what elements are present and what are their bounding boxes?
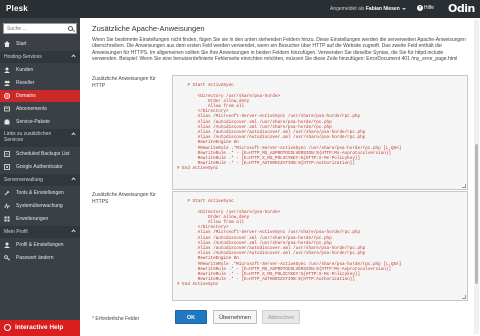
http-directives-textarea[interactable]: # Start ActiveSync <Directory /usr/share…: [172, 75, 468, 190]
sidebar-item-extensions[interactable]: Erweiterungen: [0, 213, 80, 225]
sidebar: Start Hosting-Services Kunden Reseller D…: [0, 18, 80, 336]
page-title: Zusätzliche Apache-Anweisungen: [92, 24, 205, 33]
subscription-icon: [4, 106, 10, 112]
help-label: Hilfe: [424, 5, 435, 11]
https-field-label: Zusätzliche Anweisungen für HTTPS: [92, 192, 156, 205]
sidebar-item-label: Google Authenticator: [16, 164, 63, 170]
help-circle-icon: [4, 324, 11, 331]
profile-icon: [4, 242, 10, 248]
sidebar-item-label: Passwort ändern: [16, 255, 54, 261]
ok-button[interactable]: OK: [175, 310, 207, 324]
resize-handle-icon[interactable]: [462, 295, 466, 299]
required-note-text: Erforderliche Felder: [95, 316, 140, 322]
odin-logo: Odin: [448, 2, 475, 15]
https-directives-textarea[interactable]: # Start ActiveSync <Directory /usr/share…: [172, 191, 468, 301]
required-star: *: [92, 316, 94, 322]
sidebar-item-label: Domains: [16, 93, 36, 99]
resize-handle-icon[interactable]: [462, 184, 466, 188]
help-icon: ?: [417, 5, 423, 11]
sidebar-section-additional-services[interactable]: Links zu zusätzlichen Services: [0, 129, 80, 147]
sidebar-item-change-password[interactable]: Passwort ändern: [0, 252, 80, 264]
sidebar-section-server[interactable]: Serververwaltung: [0, 174, 80, 186]
apply-button[interactable]: Übernehmen: [213, 310, 257, 324]
sidebar-section-hosting[interactable]: Hosting-Services: [0, 51, 80, 63]
home-icon: [4, 41, 10, 47]
sidebar-item-label: Reseller: [16, 80, 35, 86]
tools-icon: [4, 190, 10, 196]
user-icon: [4, 67, 10, 73]
sidebar-item-label: Profil & Einstellungen: [16, 242, 64, 248]
required-fields-note: * Erforderliche Felder: [92, 316, 139, 322]
main-content: Zusätzliche Apache-Anweisungen Wenn Sie …: [80, 18, 480, 336]
sidebar-item-monitoring[interactable]: Systemüberwachung: [0, 200, 80, 212]
extensions-icon: [4, 216, 10, 222]
sidebar-item-start[interactable]: Start: [0, 38, 80, 50]
interactive-help-label: Interactive Help: [15, 324, 64, 331]
user-menu[interactable]: Angemeldet als Fabian Niesen: [330, 6, 406, 12]
sidebar-item-service-pakete[interactable]: Service-Pakete: [0, 116, 80, 128]
scrollbar-thumb[interactable]: [475, 144, 478, 284]
sidebar-item-label: Service-Pakete: [16, 119, 50, 125]
top-bar: Plesk Angemeldet als Fabian Niesen ? Hilf…: [0, 0, 480, 18]
sidebar-item-reseller[interactable]: Reseller: [0, 77, 80, 89]
backup-icon: [4, 151, 10, 157]
sidebar-item-tools-settings[interactable]: Tools & Einstellungen: [0, 187, 80, 199]
sidebar-item-label: Scheduled Backups List: [16, 151, 70, 157]
brand-name[interactable]: Plesk: [6, 4, 28, 13]
search-input[interactable]: [4, 24, 64, 33]
sidebar-item-label: Erweiterungen: [16, 216, 49, 222]
sidebar-item-abonnements[interactable]: Abonnements: [0, 103, 80, 115]
sidebar-item-kunden[interactable]: Kunden: [0, 64, 80, 76]
help-link[interactable]: ? Hilfe: [417, 5, 434, 11]
package-icon: [4, 119, 10, 125]
chevron-up-icon: [71, 177, 76, 182]
logged-in-label: Angemeldet als: [330, 6, 365, 12]
search-icon[interactable]: [68, 26, 73, 31]
sidebar-item-profile-settings[interactable]: Profil & Einstellungen: [0, 239, 80, 251]
http-directives-text: # Start ActiveSync <Directory /usr/share…: [177, 83, 402, 172]
user-name: Fabian Niesen: [365, 6, 400, 12]
cancel-button[interactable]: Abbrechen: [262, 310, 300, 324]
sidebar-item-label: Systemüberwachung: [16, 203, 63, 209]
sidebar-item-scheduled-backups[interactable]: Scheduled Backups List: [0, 148, 80, 160]
chevron-up-icon: [71, 132, 76, 137]
chevron-up-icon: [71, 54, 76, 59]
chevron-up-icon: [71, 229, 76, 234]
https-directives-text: # Start ActiveSync <Directory /usr/share…: [177, 199, 402, 288]
users-icon: [4, 80, 10, 86]
intro-text: Wenn Sie bestimmte Einstellungen nicht f…: [92, 37, 466, 63]
sidebar-item-label: Tools & Einstellungen: [16, 190, 64, 196]
sidebar-section-label: Hosting-Services: [4, 54, 42, 60]
monitor-icon: [4, 203, 10, 209]
page-scrollbar[interactable]: [474, 20, 479, 334]
sidebar-item-label: Start: [16, 41, 27, 47]
sidebar-section-label: Links zu zusätzlichen Services: [4, 131, 52, 143]
search-box[interactable]: [3, 23, 77, 34]
chevron-down-icon: [401, 7, 406, 10]
sidebar-item-label: Abonnements: [16, 106, 47, 112]
key-icon: [4, 255, 10, 261]
sidebar-section-label: Serververwaltung: [4, 177, 43, 183]
globe-icon: [4, 93, 10, 99]
sidebar-item-google-authenticator[interactable]: Google Authenticator: [0, 161, 80, 173]
http-field-label: Zusätzliche Anweisungen für HTTP: [92, 76, 156, 89]
sidebar-item-label: Kunden: [16, 67, 34, 73]
sidebar-section-label: Mein Profil: [4, 229, 28, 235]
sidebar-section-profile[interactable]: Mein Profil: [0, 226, 80, 238]
sidebar-item-domains[interactable]: Domains: [0, 90, 80, 102]
authenticator-icon: [4, 164, 10, 170]
interactive-help-button[interactable]: Interactive Help: [0, 320, 80, 336]
